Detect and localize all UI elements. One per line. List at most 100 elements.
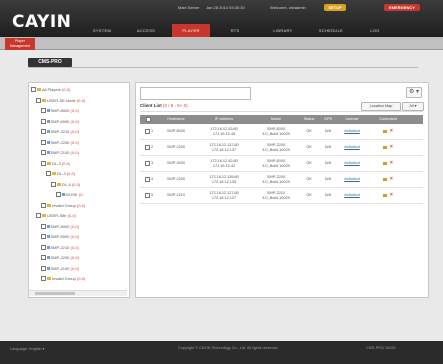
tab-schedule[interactable]: SCHEDULE (310, 24, 352, 37)
checkbox[interactable] (41, 223, 46, 229)
tree-item[interactable]: Invalid Group (0-0) (41, 275, 85, 282)
column-header[interactable]: Model (254, 115, 298, 124)
checkbox[interactable] (41, 255, 46, 261)
welcome-user[interactable]: Welcome, winadmin (270, 5, 306, 10)
checkbox[interactable] (41, 150, 46, 156)
tree-item[interactable]: SMP-2210 (0-0) (41, 128, 79, 135)
checkbox[interactable] (41, 118, 46, 124)
table-row[interactable]: 2 SMP-2200 172.16.12.137:80 172.16.12.137 SM… (140, 140, 423, 156)
delete-icon[interactable]: × (390, 177, 393, 182)
tree-item[interactable]: DL-3 (0-0) (41, 160, 70, 167)
delete-icon[interactable]: × (390, 129, 393, 134)
column-header[interactable]: GPS (320, 115, 336, 124)
tree-scroll-thumb[interactable] (35, 292, 75, 295)
folder-icon (47, 277, 51, 281)
column-header[interactable]: License (336, 115, 368, 124)
select-all-checkbox-header[interactable] (140, 115, 158, 124)
row-checkbox[interactable] (144, 177, 150, 182)
checkbox[interactable] (36, 97, 41, 103)
edit-icon[interactable] (383, 130, 388, 133)
tree-item[interactable]: SMP-6000 (0-0) (41, 233, 79, 240)
select-all-checkbox[interactable] (146, 116, 151, 122)
row-checkbox[interactable] (144, 145, 150, 150)
license-link[interactable]: Activated (344, 161, 360, 166)
tree-item[interactable]: SMP-8000 (0-0) (41, 107, 79, 114)
tree-item-count: (0-0) (70, 265, 79, 271)
row-checkbox[interactable] (144, 129, 150, 134)
column-header[interactable]: Status (298, 115, 320, 124)
tree-item[interactable]: SMP-2210 (0-0) (41, 244, 79, 251)
delete-icon[interactable]: × (390, 193, 393, 198)
setup-button[interactable]: SETUP (324, 4, 346, 11)
edit-icon[interactable] (383, 194, 388, 197)
subnav-player-management[interactable]: Player Management (5, 38, 35, 50)
tree-horizontal-scrollbar[interactable] (29, 290, 127, 296)
license-link[interactable]: Activated (344, 129, 360, 134)
settings-dropdown-button[interactable]: ⚙ ▾ (406, 87, 422, 98)
checkbox[interactable] (41, 244, 46, 250)
tab-rts[interactable]: RTS (218, 24, 252, 37)
client-list-header: Client List (0 / 5 - 5+ 0) Location Map … (140, 101, 424, 112)
tree-item[interactable]: SMP-8000 (0-0) (41, 223, 79, 230)
tab-log[interactable]: LOG (360, 24, 390, 37)
status: OK (306, 161, 312, 166)
tree-item[interactable]: DL-4 (0-0) (51, 181, 80, 188)
tree-item[interactable]: All Players (0-0) (31, 86, 70, 93)
tree-item-label: All Players (42, 87, 61, 92)
filter-all-dropdown[interactable]: All ▾ (402, 102, 424, 111)
column-header[interactable]: Command (368, 115, 408, 124)
tab-system[interactable]: SYSTEM (84, 24, 120, 37)
tree-item[interactable]: DL-3 (0-0) (46, 170, 75, 177)
checkbox[interactable] (41, 129, 46, 135)
table-row[interactable]: 4 SMP-2200 172.16.12.135:80 172.16.12.135 SM… (140, 172, 423, 188)
row-checkbox[interactable] (144, 161, 150, 166)
edit-icon[interactable] (383, 178, 388, 181)
location-map-button[interactable]: Location Map (361, 102, 401, 111)
tree-item[interactable]: USER-SE-Node (0-0) (36, 97, 85, 104)
checkbox[interactable] (51, 181, 56, 187)
checkbox[interactable] (41, 276, 46, 282)
license-link[interactable]: Activated (344, 177, 360, 182)
column-header[interactable]: IP Address (194, 115, 254, 124)
checkbox[interactable] (41, 202, 46, 208)
tree-item[interactable]: KIOSK (0- (56, 191, 84, 198)
tab-access[interactable]: ACCESS (128, 24, 164, 37)
tree-item[interactable]: SMP-2200 (0-0) (41, 139, 79, 146)
edit-icon[interactable] (383, 146, 388, 149)
gps: N/A (324, 177, 332, 182)
table-row[interactable]: 1 SMP-8000 172.16.12.43:80 172.16.12.45 SMP-… (140, 124, 423, 140)
license-link[interactable]: Activated (344, 145, 360, 150)
tree-item[interactable]: Invalid Group (0-0) (41, 202, 85, 209)
tree-item-count: (0-0) (70, 244, 79, 250)
tree-item[interactable]: SMP-6000 (0-0) (41, 118, 79, 125)
table-row[interactable]: 5 SMP-2210 172.16.12.127:80 172.16.12.127 SM… (140, 188, 423, 204)
checkbox[interactable] (46, 171, 51, 177)
checkbox[interactable] (41, 139, 46, 145)
tree-item-count: (0- (78, 192, 84, 197)
checkbox[interactable] (41, 108, 46, 114)
tree-item[interactable]: SMP-2100 (0-0) (41, 265, 79, 272)
delete-icon[interactable]: × (390, 161, 393, 166)
row-checkbox[interactable] (144, 193, 150, 198)
delete-icon[interactable]: × (390, 145, 393, 150)
tab-player[interactable]: PLAYER (172, 24, 210, 37)
checkbox[interactable] (41, 160, 46, 166)
checkbox[interactable] (41, 234, 46, 240)
edit-icon[interactable] (383, 162, 388, 165)
tree-item[interactable]: USER-Site (0-0) (36, 212, 76, 219)
license-link[interactable]: Activated (344, 193, 360, 198)
checkbox[interactable] (41, 265, 46, 271)
language-select[interactable]: Language: English ▾ (10, 346, 44, 351)
search-input[interactable] (140, 87, 251, 100)
tab-library[interactable]: LIBRARY (264, 24, 302, 37)
table-row[interactable]: 3 SMP-3000 172.16.12.42:80 172.16.12.42 SMP-… (140, 156, 423, 172)
emergency-button[interactable]: EMERGENCY (384, 4, 420, 11)
column-header[interactable]: Hostname (158, 115, 194, 124)
checkbox[interactable] (56, 192, 61, 198)
tree-item-count: (0-0) (62, 87, 71, 92)
checkbox[interactable] (36, 213, 41, 219)
tree-item[interactable]: SMP-2100 (0-0) (41, 149, 79, 156)
ip-address: 172.16.12.135:80 (209, 175, 239, 179)
tree-item[interactable]: SMP-2200 (0-0) (41, 254, 79, 261)
checkbox[interactable] (31, 87, 36, 93)
